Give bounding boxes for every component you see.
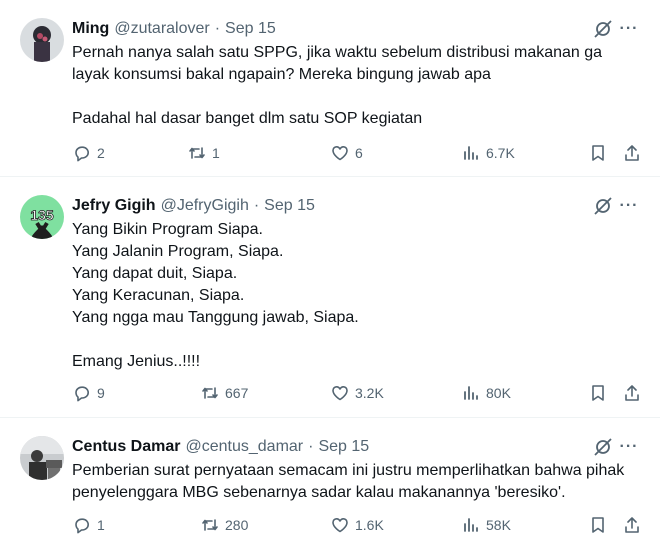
tweet-text: Yang Bikin Program Siapa. Yang Jalanin P…	[72, 221, 359, 370]
bookmark-icon	[592, 517, 604, 533]
share-button[interactable]	[622, 383, 647, 403]
repost-icon	[189, 147, 205, 159]
tweet[interactable]: Ming @zutaralover · Sep 15 ··· Pernah na…	[0, 0, 660, 177]
tweet-actions: 9 667 3.2K 80K	[72, 383, 640, 405]
avatar[interactable]	[20, 18, 64, 62]
reply-count: 2	[97, 145, 105, 161]
avatar-text: 135	[30, 207, 54, 223]
separator-dot: ·	[308, 438, 314, 455]
repost-button[interactable]: 280	[200, 515, 248, 535]
tweet-feed: Ming @zutaralover · Sep 15 ··· Pernah na…	[0, 0, 660, 554]
handle[interactable]: @zutaralover	[114, 20, 209, 38]
avatar[interactable]	[20, 436, 64, 480]
share-button[interactable]	[622, 143, 647, 163]
views-icon	[464, 518, 478, 532]
like-icon	[332, 146, 348, 161]
handle[interactable]: @centus_damar	[185, 438, 303, 456]
repost-count: 1	[212, 145, 220, 161]
tweet-actions: 1 280 1.6K 58K	[72, 515, 640, 537]
more-icon[interactable]: ···	[618, 436, 640, 458]
reply-count: 9	[97, 385, 105, 401]
separator-dot: ·	[214, 20, 221, 37]
views-icon	[464, 146, 478, 160]
timestamp[interactable]: Sep 15	[225, 20, 276, 38]
view-count: 6.7K	[486, 145, 515, 161]
tweet[interactable]: Centus Damar @centus_damar · Sep 15 ··· …	[0, 418, 660, 554]
tweet[interactable]: 135 Jefry Gigih @JefryGigih · Sep 15 ···…	[0, 177, 660, 418]
reply-button[interactable]: 1	[72, 515, 105, 535]
like-count: 6	[355, 145, 363, 161]
grok-icon[interactable]	[592, 18, 614, 40]
more-icon[interactable]: ···	[618, 195, 640, 217]
more-icon[interactable]: ···	[618, 18, 640, 40]
bookmark-button[interactable]	[588, 383, 613, 403]
bookmark-button[interactable]	[588, 515, 613, 535]
reply-button[interactable]: 2	[72, 143, 105, 163]
display-name[interactable]: Ming	[72, 20, 109, 38]
grok-icon[interactable]	[592, 436, 614, 458]
repost-icon	[202, 387, 218, 399]
tweet-actions: 2 1 6 6.7K	[72, 143, 640, 165]
tweet-header: Centus Damar @centus_damar · Sep 15	[72, 436, 369, 458]
avatar[interactable]: 135	[20, 195, 64, 239]
views-button[interactable]: 80K	[461, 383, 511, 403]
reply-icon	[75, 518, 89, 534]
repost-icon	[202, 519, 218, 531]
timestamp[interactable]: Sep 15	[318, 438, 369, 456]
like-icon	[332, 386, 348, 401]
handle[interactable]: @JefryGigih	[161, 197, 249, 215]
repost-button[interactable]: 1	[187, 143, 220, 163]
bookmark-icon	[592, 385, 604, 401]
share-icon	[625, 145, 639, 161]
reply-count: 1	[97, 517, 105, 533]
share-icon	[625, 517, 639, 533]
like-count: 1.6K	[355, 517, 384, 533]
like-count: 3.2K	[355, 385, 384, 401]
reply-icon	[75, 146, 89, 162]
like-button[interactable]: 6	[330, 143, 363, 163]
reply-button[interactable]: 9	[72, 383, 105, 403]
views-button[interactable]: 6.7K	[461, 143, 515, 163]
display-name[interactable]: Centus Damar	[72, 438, 180, 456]
tweet-header: Ming @zutaralover · Sep 15	[72, 18, 276, 40]
bookmark-button[interactable]	[588, 143, 613, 163]
timestamp[interactable]: Sep 15	[264, 197, 315, 215]
tweet-text: Pernah nanya salah satu SPPG, jika waktu…	[72, 44, 603, 127]
like-button[interactable]: 3.2K	[330, 383, 384, 403]
grok-icon[interactable]	[592, 195, 614, 217]
repost-count: 280	[225, 517, 249, 533]
share-button[interactable]	[622, 515, 647, 535]
reply-icon	[75, 386, 89, 402]
repost-count: 667	[225, 385, 249, 401]
tweet-text: Pemberian surat pernyataan semacam ini j…	[72, 462, 629, 501]
view-count: 58K	[486, 517, 511, 533]
bookmark-icon	[592, 145, 604, 161]
like-icon	[332, 518, 348, 533]
separator-dot: ·	[253, 197, 260, 214]
like-button[interactable]: 1.6K	[330, 515, 384, 535]
share-icon	[625, 385, 639, 401]
views-button[interactable]: 58K	[461, 515, 511, 535]
display-name[interactable]: Jefry Gigih	[72, 197, 156, 215]
view-count: 80K	[486, 385, 511, 401]
views-icon	[464, 386, 478, 400]
repost-button[interactable]: 667	[200, 383, 248, 403]
tweet-header: Jefry Gigih @JefryGigih · Sep 15	[72, 195, 315, 217]
